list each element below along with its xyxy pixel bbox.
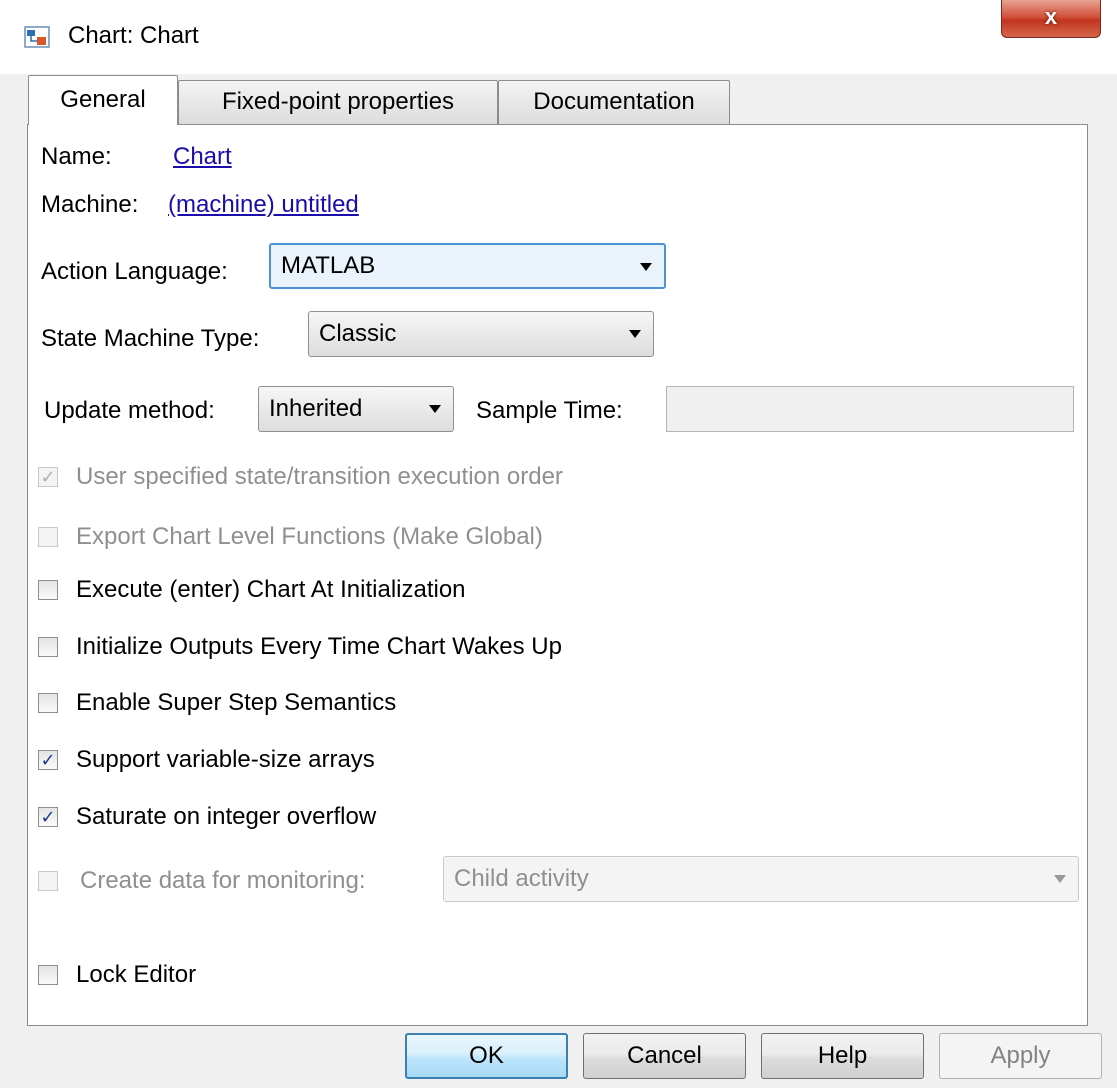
close-button[interactable]: x	[1001, 0, 1101, 38]
tab-general[interactable]: General	[28, 75, 178, 125]
execution-order-label: User specified state/transition executio…	[76, 463, 563, 490]
state-machine-type-value: Classic	[319, 320, 397, 347]
close-icon: x	[1044, 4, 1058, 29]
execution-order-checkbox[interactable]: ✓	[38, 467, 58, 487]
monitoring-dropdown[interactable]: Child activity	[443, 856, 1079, 902]
update-method-value: Inherited	[269, 395, 363, 422]
update-method-dropdown[interactable]: Inherited	[258, 386, 454, 432]
initialize-outputs-checkbox[interactable]	[38, 637, 58, 657]
checkmark-icon: ✓	[40, 467, 56, 487]
monitoring-label: Create data for monitoring:	[80, 867, 366, 894]
variable-size-label[interactable]: Support variable-size arrays	[76, 746, 375, 774]
action-language-dropdown[interactable]: MATLAB	[269, 243, 666, 289]
checkmark-icon: ✓	[40, 750, 56, 770]
saturate-label[interactable]: Saturate on integer overflow	[76, 803, 376, 831]
lock-editor-label[interactable]: Lock Editor	[76, 961, 196, 989]
sample-time-input[interactable]	[666, 386, 1074, 432]
tab-documentation[interactable]: Documentation	[498, 80, 730, 124]
update-method-label: Update method:	[44, 397, 215, 424]
name-link[interactable]: Chart	[173, 143, 232, 171]
cancel-button[interactable]: Cancel	[583, 1033, 746, 1079]
monitoring-value: Child activity	[454, 865, 589, 892]
lock-editor-checkbox[interactable]	[38, 965, 58, 985]
stateflow-chart-icon	[24, 26, 50, 48]
general-tab-panel: Name: Chart Machine: (machine) untitled …	[27, 124, 1088, 1026]
chevron-down-icon	[640, 263, 652, 271]
export-functions-label: Export Chart Level Functions (Make Globa…	[76, 523, 543, 550]
super-step-checkbox[interactable]	[38, 693, 58, 713]
state-machine-type-label: State Machine Type:	[41, 325, 260, 352]
chevron-down-icon	[1054, 875, 1066, 883]
machine-link[interactable]: (machine) untitled	[168, 191, 359, 219]
export-functions-checkbox[interactable]	[38, 527, 58, 547]
super-step-label[interactable]: Enable Super Step Semantics	[76, 689, 396, 717]
chevron-down-icon	[629, 330, 641, 338]
dialog-window: Chart: Chart x General Fixed-point prope…	[0, 0, 1117, 1088]
sample-time-label: Sample Time:	[476, 397, 623, 424]
state-machine-type-dropdown[interactable]: Classic	[308, 311, 654, 357]
variable-size-checkbox[interactable]: ✓	[38, 750, 58, 770]
execute-at-init-label[interactable]: Execute (enter) Chart At Initialization	[76, 576, 466, 604]
machine-label: Machine:	[41, 191, 139, 218]
help-button[interactable]: Help	[761, 1033, 924, 1079]
action-language-label: Action Language:	[41, 258, 228, 285]
checkmark-icon: ✓	[40, 807, 56, 827]
window-title: Chart: Chart	[68, 22, 199, 49]
title-bar[interactable]: Chart: Chart x	[0, 0, 1117, 74]
name-label: Name:	[41, 143, 112, 170]
apply-button[interactable]: Apply	[939, 1033, 1102, 1079]
chevron-down-icon	[429, 405, 441, 413]
saturate-checkbox[interactable]: ✓	[38, 807, 58, 827]
monitoring-checkbox[interactable]	[38, 871, 58, 891]
ok-button[interactable]: OK	[405, 1033, 568, 1079]
action-language-value: MATLAB	[281, 252, 376, 279]
initialize-outputs-label[interactable]: Initialize Outputs Every Time Chart Wake…	[76, 633, 562, 661]
tab-fixed-point-properties[interactable]: Fixed-point properties	[178, 80, 498, 124]
execute-at-init-checkbox[interactable]	[38, 580, 58, 600]
